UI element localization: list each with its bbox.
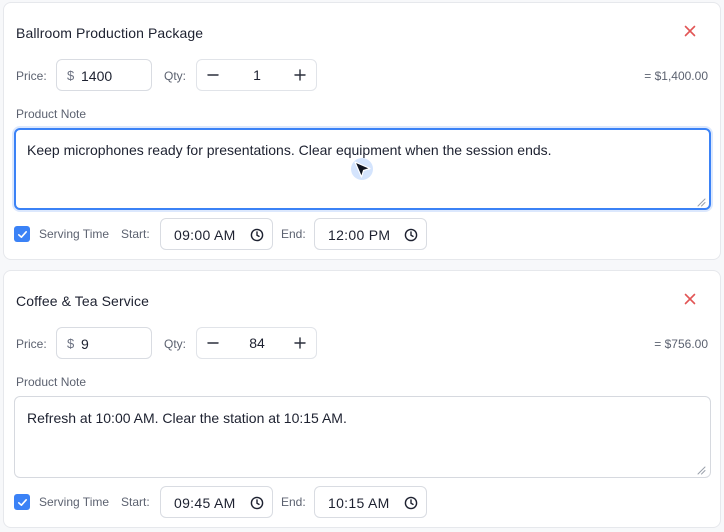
serving-time-label: Serving Time (39, 227, 110, 241)
price-label: Price: (16, 337, 47, 351)
product-note-textarea[interactable]: Refresh at 10:00 AM. Clear the station a… (14, 396, 711, 478)
qty-label: Qty: (164, 69, 187, 83)
resize-grip-icon[interactable] (696, 465, 706, 475)
price-input[interactable] (81, 334, 147, 354)
clock-icon[interactable] (250, 228, 264, 242)
qty-label: Qty: (164, 337, 187, 351)
currency-symbol: $ (67, 68, 75, 83)
end-label: End: (281, 227, 306, 241)
minus-icon (207, 74, 219, 76)
product-note-textarea[interactable]: Keep microphones ready for presentations… (14, 128, 711, 210)
serving-time-row: Serving Time Start: 09:00 AM End: 12:00 … (14, 218, 454, 250)
line-total: = $756.00 (654, 337, 708, 351)
resize-grip-icon[interactable] (696, 197, 706, 207)
end-time-input[interactable]: 12:00 PM (314, 218, 427, 250)
start-time-input[interactable]: 09:00 AM (160, 218, 273, 250)
close-icon[interactable] (682, 291, 698, 307)
product-note-label: Product Note (16, 375, 87, 389)
clock-icon[interactable] (404, 496, 418, 510)
start-time-value: 09:00 AM (174, 227, 236, 243)
price-input[interactable] (81, 66, 147, 86)
close-icon[interactable] (682, 23, 698, 39)
plus-icon (294, 69, 306, 81)
start-time-input[interactable]: 09:45 AM (160, 486, 273, 518)
product-card: Coffee & Tea Service Price: $ Qty: 84 = … (3, 270, 721, 528)
minus-icon (207, 342, 219, 344)
currency-symbol: $ (67, 336, 75, 351)
decrement-button[interactable] (197, 328, 229, 358)
product-note-label: Product Note (16, 107, 87, 121)
checkmark-icon (17, 230, 27, 238)
end-time-input[interactable]: 10:15 AM (314, 486, 427, 518)
product-title: Coffee & Tea Service (16, 293, 150, 309)
serving-time-label: Serving Time (39, 495, 110, 509)
increment-button[interactable] (284, 60, 316, 90)
price-label: Price: (16, 69, 47, 83)
quantity-value[interactable]: 1 (231, 67, 283, 83)
price-field: $ (56, 59, 152, 91)
checkmark-icon (17, 498, 27, 506)
decrement-button[interactable] (197, 60, 229, 90)
serving-time-checkbox[interactable] (14, 226, 30, 242)
quantity-stepper: 1 (196, 59, 317, 91)
product-title: Ballroom Production Package (16, 25, 204, 41)
plus-icon (294, 337, 306, 349)
end-time-value: 12:00 PM (328, 227, 391, 243)
clock-icon[interactable] (250, 496, 264, 510)
increment-button[interactable] (284, 328, 316, 358)
start-label: Start: (121, 227, 150, 241)
end-time-value: 10:15 AM (328, 495, 390, 511)
line-total: = $1,400.00 (644, 69, 708, 83)
end-label: End: (281, 495, 306, 509)
start-time-value: 09:45 AM (174, 495, 236, 511)
serving-time-checkbox[interactable] (14, 494, 30, 510)
serving-time-row: Serving Time Start: 09:45 AM End: 10:15 … (14, 486, 454, 518)
price-field: $ (56, 327, 152, 359)
quantity-stepper: 84 (196, 327, 317, 359)
quantity-value[interactable]: 84 (231, 335, 283, 351)
start-label: Start: (121, 495, 150, 509)
product-card: Ballroom Production Package Price: $ Qty… (3, 2, 721, 260)
clock-icon[interactable] (404, 228, 418, 242)
